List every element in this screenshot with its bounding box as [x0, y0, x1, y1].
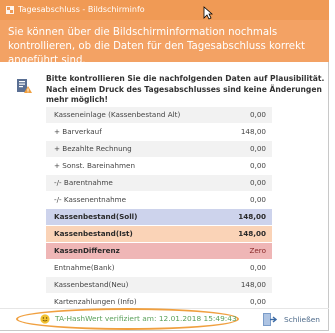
row-value: 0,00: [249, 110, 266, 119]
row-label: Kasseneinlage (Kassenbestand Alt): [54, 110, 181, 119]
row-label: + Barverkauf: [54, 127, 102, 136]
row-value: 148,00: [240, 280, 266, 289]
row-value: 0,00: [249, 195, 266, 204]
smiley-icon: [40, 314, 50, 324]
row-label: Entnahme(Bank): [54, 263, 115, 272]
row-value: 0,00: [249, 178, 266, 187]
dialog-window: Tagesabschluss - Bildschirminfo Sie könn…: [0, 0, 329, 331]
row-value: 148,00: [238, 229, 266, 238]
table-row: Kasseneinlage (Kassenbestand Alt) 0,00: [46, 107, 272, 124]
row-value: 148,00: [238, 212, 266, 221]
row-value: 0,00: [249, 161, 266, 170]
table-row: + Sonst. Bareinahmen 0,00: [46, 158, 272, 175]
row-value: 148,00: [240, 127, 266, 136]
table-row: + Barverkauf 148,00: [46, 124, 272, 141]
exit-door-icon: [263, 313, 277, 326]
title-bar[interactable]: Tagesabschluss - Bildschirminfo: [0, 0, 329, 20]
row-label: + Bezahlte Rechnung: [54, 144, 132, 153]
table-row: + Bezahlte Rechnung 0,00: [46, 141, 272, 158]
row-value: 0,00: [249, 144, 266, 153]
table-row: -/- Kassenentnahme 0,00: [46, 192, 272, 209]
mouse-cursor-icon: [203, 6, 213, 20]
hash-verified-text: TA-HashWert verifiziert am: 12.01.2018 1…: [55, 314, 237, 323]
close-button[interactable]: Schließen: [258, 309, 324, 330]
table-row: Kassenbestand(Soll) 148,00: [46, 209, 272, 226]
table-row: -/- Barentnahme 0,00: [46, 175, 272, 192]
row-label: Kassenbestand(Ist): [54, 229, 133, 238]
row-value: 0,00: [249, 263, 266, 272]
document-warning-icon: [17, 79, 32, 93]
summary-table: Kasseneinlage (Kassenbestand Alt) 0,00 + B…: [46, 107, 272, 311]
table-row: Kassenbestand(Neu) 148,00: [46, 277, 272, 294]
app-icon: [6, 6, 14, 14]
table-row: Kassenbestand(Ist) 148,00: [46, 226, 272, 243]
header-message: Sie können über die Bildschirminformatio…: [0, 20, 329, 66]
row-label: Kassenbestand(Soll): [54, 212, 138, 221]
table-row: Entnahme(Bank) 0,00: [46, 260, 272, 277]
window-title: Tagesabschluss - Bildschirminfo: [18, 5, 145, 14]
row-label: Kassenbestand(Neu): [54, 280, 129, 289]
close-button-label: Schließen: [284, 315, 320, 324]
row-label: -/- Barentnahme: [54, 178, 113, 187]
row-value: Zero: [249, 246, 266, 255]
row-label: KassenDifferenz: [54, 246, 120, 255]
row-label: + Sonst. Bareinahmen: [54, 161, 135, 170]
table-row: KassenDifferenz Zero: [46, 243, 272, 260]
notice-text: Bitte kontrollieren Sie die nachfolgende…: [46, 74, 325, 104]
row-label: -/- Kassenentnahme: [54, 195, 127, 204]
